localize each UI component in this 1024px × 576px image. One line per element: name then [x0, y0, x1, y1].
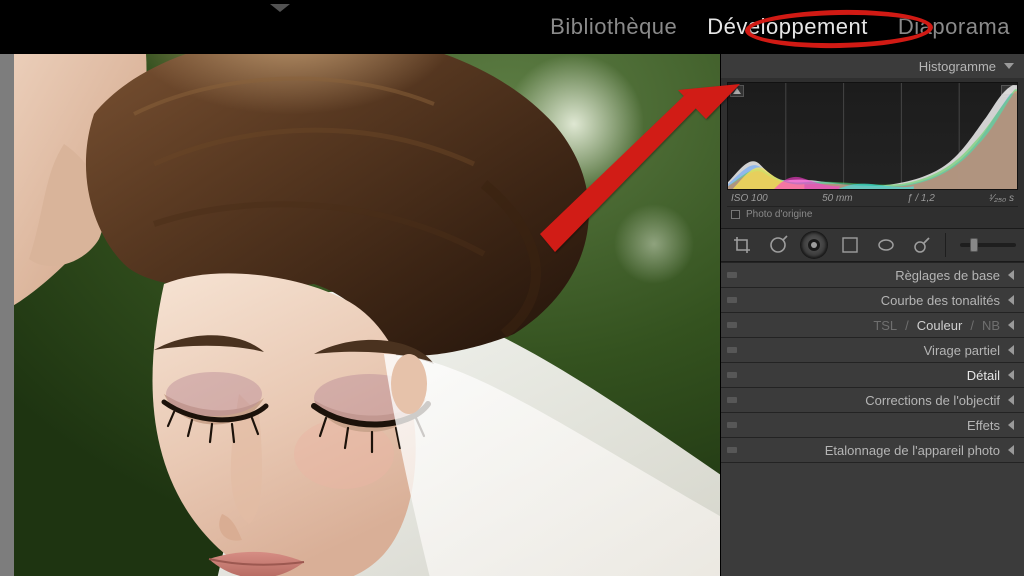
redeye-tool[interactable] — [801, 232, 827, 258]
original-photo-label: Photo d'origine — [746, 209, 812, 220]
slider-knob[interactable] — [970, 238, 978, 252]
hsl-tab-bw[interactable]: NB — [982, 318, 1000, 333]
workspace: Histogramme — [0, 54, 1024, 576]
panel-switch-icon[interactable] — [727, 422, 737, 428]
chevron-left-icon — [1008, 370, 1014, 380]
toolstrip-divider — [945, 233, 946, 257]
panel-lens-label: Corrections de l'objectif — [865, 393, 1000, 408]
panel-basic-label: Règlages de base — [895, 268, 1000, 283]
original-photo-checkbox[interactable] — [731, 210, 740, 219]
module-picker-bar: Bibliothèque Développement Diaporama — [0, 0, 1024, 54]
panel-tone-curve-label: Courbe des tonalités — [881, 293, 1000, 308]
module-develop[interactable]: Développement — [707, 14, 868, 40]
panel-switch-icon[interactable] — [727, 372, 737, 378]
develop-right-panel: Histogramme — [720, 54, 1024, 576]
panel-split-toning-label: Virage partiel — [924, 343, 1000, 358]
chevron-down-icon — [1004, 63, 1014, 69]
panel-detail[interactable]: Détail — [721, 363, 1024, 387]
module-library[interactable]: Bibliothèque — [550, 14, 677, 40]
panel-switch-icon[interactable] — [727, 397, 737, 403]
top-panel-collapse-indicator[interactable] — [270, 4, 290, 12]
chevron-left-icon — [1008, 345, 1014, 355]
panel-detail-label: Détail — [967, 368, 1000, 383]
chevron-left-icon — [1008, 270, 1014, 280]
panel-calibration-label: Etalonnage de l'appareil photo — [825, 443, 1000, 458]
adjustment-brush-tool[interactable] — [909, 232, 935, 258]
chevron-left-icon — [1008, 445, 1014, 455]
graduated-filter-tool[interactable] — [837, 232, 863, 258]
panel-basic[interactable]: Règlages de base — [721, 263, 1024, 287]
module-slideshow[interactable]: Diaporama — [898, 14, 1010, 40]
module-tabs: Bibliothèque Développement Diaporama — [550, 14, 1010, 40]
panel-effects-label: Effets — [967, 418, 1000, 433]
histogram-title: Histogramme — [919, 59, 996, 74]
original-photo-row[interactable]: Photo d'origine — [727, 206, 1018, 226]
photo-illustration — [14, 54, 720, 576]
histogram-exif-row: ISO 100 50 mm ƒ / 1,2 ¹⁄₂₅₀ s — [727, 190, 1018, 206]
panel-switch-icon[interactable] — [727, 347, 737, 353]
histogram-curves — [728, 83, 1017, 190]
histogram-header[interactable]: Histogramme — [721, 54, 1024, 78]
crop-tool[interactable] — [729, 232, 755, 258]
exif-shutter: ¹⁄₂₅₀ s — [989, 193, 1014, 204]
exif-aperture: ƒ / 1,2 — [907, 193, 935, 204]
chevron-left-icon — [1008, 395, 1014, 405]
panel-switch-icon[interactable] — [727, 322, 737, 328]
panel-effects[interactable]: Effets — [721, 413, 1024, 437]
panel-lens-corrections[interactable]: Corrections de l'objectif — [721, 388, 1024, 412]
panel-split-toning[interactable]: Virage partiel — [721, 338, 1024, 362]
histogram-canvas[interactable] — [727, 82, 1018, 190]
radial-filter-tool[interactable] — [873, 232, 899, 258]
chevron-left-icon — [1008, 320, 1014, 330]
canvas-frame — [0, 54, 720, 576]
panel-switch-icon[interactable] — [727, 447, 737, 453]
histogram-panel: Histogramme — [721, 54, 1024, 263]
panel-tone-curve[interactable]: Courbe des tonalités — [721, 288, 1024, 312]
chevron-left-icon — [1008, 295, 1014, 305]
panel-hsl[interactable]: TSL / Couleur / NB — [721, 313, 1024, 337]
toolstrip-slider[interactable] — [960, 243, 1016, 247]
photo-canvas[interactable] — [14, 54, 720, 576]
hsl-tab-color[interactable]: Couleur — [917, 318, 963, 333]
panel-switch-icon[interactable] — [727, 297, 737, 303]
hsl-tab-tsl[interactable]: TSL — [873, 318, 897, 333]
exif-focal: 50 mm — [822, 193, 853, 204]
exif-iso: ISO 100 — [731, 193, 768, 204]
chevron-left-icon — [1008, 420, 1014, 430]
panel-switch-icon[interactable] — [727, 272, 737, 278]
local-adjustment-toolstrip — [721, 228, 1024, 262]
spot-removal-tool[interactable] — [765, 232, 791, 258]
panel-camera-calibration[interactable]: Etalonnage de l'appareil photo — [721, 438, 1024, 462]
